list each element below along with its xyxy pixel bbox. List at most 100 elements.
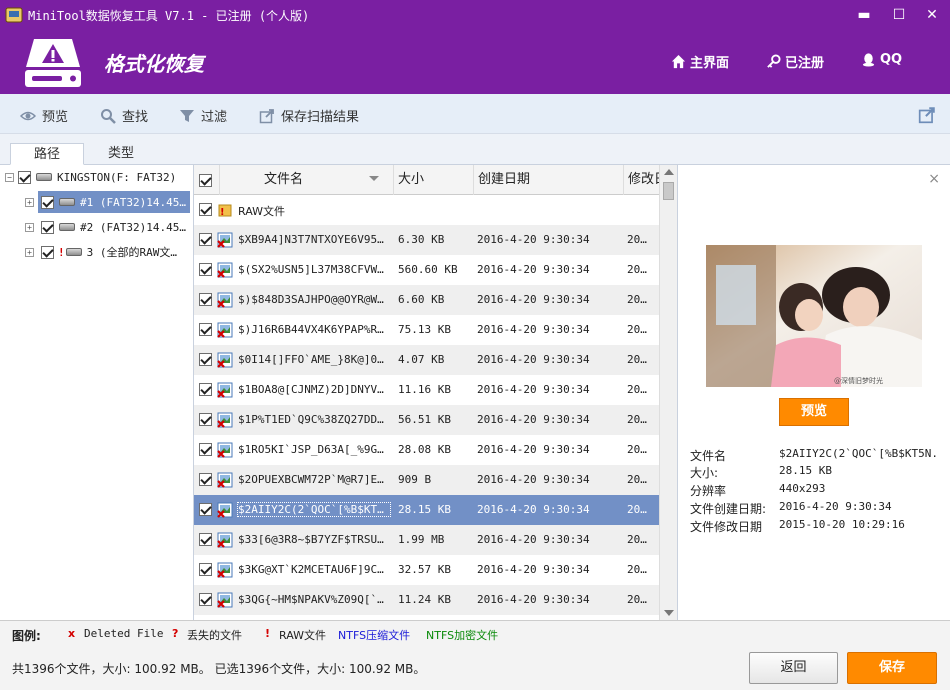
deleted-image-file-icon (217, 472, 233, 488)
raw-mark-icon: ! (265, 627, 271, 640)
save-button[interactable]: 保存 (847, 652, 937, 684)
scroll-thumb[interactable] (663, 182, 674, 200)
usb-drive-icon (36, 173, 52, 181)
table-row[interactable]: $1P%T1ED`Q9C%38ZQ27DD9A… 56.51 KB 2016-4-2… (194, 405, 660, 435)
close-button[interactable]: ✕ (920, 4, 944, 26)
lost-mark-icon: ? (172, 627, 179, 640)
row-checkbox[interactable] (199, 203, 212, 216)
table-row[interactable]: $)J16R6B44VX4K6YPAP%R[R… 75.13 KB 2016-4-2… (194, 315, 660, 345)
tree-item-1-label: #1 (FAT32)14.45… (80, 195, 186, 209)
table-row[interactable]: $(SX2%USN5]L37M38CFVWHM… 560.60 KB 2016-4-… (194, 255, 660, 285)
table-row[interactable]: $)$848D3SAJHPO@@OYR@W3P… 6.60 KB 2016-4-20… (194, 285, 660, 315)
select-all-column[interactable] (194, 165, 220, 195)
file-modified: 20… (627, 293, 647, 306)
tab-type[interactable]: 类型 (84, 143, 158, 165)
tree-item-1[interactable]: + #1 (FAT32)14.45… (25, 191, 193, 213)
row-checkbox[interactable] (199, 443, 212, 456)
minimize-button[interactable]: ▬ (852, 4, 876, 26)
find-button[interactable]: 查找 (100, 106, 148, 125)
registered-link[interactable]: 已注册 (766, 52, 824, 71)
file-name: $1RO5KI`JSP_D63A[_%9GXS… (238, 443, 390, 456)
row-checkbox[interactable] (199, 533, 212, 546)
collapse-icon[interactable]: − (5, 172, 14, 182)
status-summary: 共1396个文件，大小: 100.92 MB。 已选1396个文件，大小: 10… (12, 662, 426, 676)
file-size: 11.24 KB (398, 593, 451, 606)
filter-label: 过滤 (201, 110, 228, 125)
scroll-down-icon[interactable] (664, 610, 674, 616)
table-row[interactable]: $3KG@XT`K2MCETAU6F]9C_9… 32.57 KB 2016-4-2… (194, 555, 660, 585)
tree-root[interactable]: − KINGSTON(F: FAT32) (5, 166, 176, 188)
column-name[interactable]: 文件名 (220, 165, 394, 195)
column-created[interactable]: 创建日期 (474, 165, 624, 195)
tree-item-2-checkbox[interactable] (41, 220, 54, 234)
deleted-image-file-icon (217, 262, 233, 278)
vertical-scrollbar[interactable] (659, 165, 677, 620)
home-icon (671, 54, 686, 69)
file-created: 2016-4-20 9:30:34 (477, 353, 590, 366)
row-checkbox[interactable] (199, 293, 212, 306)
table-row[interactable]: $3QG{~HM$NPAKV%Z09Q[`9… 11.24 KB 2016-4-20… (194, 585, 660, 615)
sort-desc-icon (369, 176, 379, 181)
back-button[interactable]: 返回 (749, 652, 838, 684)
raw-warning-icon: ! (58, 245, 65, 259)
filter-button[interactable]: 过滤 (179, 106, 227, 125)
table-row[interactable]: $XB9A4]N3T7NTXOYE6V95F2… 6.30 KB 2016-4-20… (194, 225, 660, 255)
raw-folder-label: RAW文件 (238, 205, 285, 218)
row-checkbox[interactable] (199, 413, 212, 426)
expand-icon[interactable]: + (25, 197, 34, 207)
list-header: 文件名 大小 创建日期 修改日 (194, 165, 660, 195)
table-row[interactable]: $0I14[]FFO`AME_}8K@]0]I… 4.07 KB 2016-4-20… (194, 345, 660, 375)
table-row[interactable]: $33[6@3R8~$B7YZF$TRSU5E… 1.99 MB 2016-4-20… (194, 525, 660, 555)
deleted-image-file-icon (217, 562, 233, 578)
tree-item-2[interactable]: + #2 (FAT32)14.45… (25, 216, 186, 238)
qq-link[interactable]: QQ (861, 52, 902, 67)
file-modified: 20… (627, 563, 647, 576)
home-link[interactable]: 主界面 (671, 52, 729, 71)
maximize-button[interactable]: ☐ (887, 4, 911, 26)
file-name: $XB9A4]N3T7NTXOYE6V95F2… (238, 233, 390, 246)
row-checkbox[interactable] (199, 233, 212, 246)
close-preview-icon[interactable]: × (928, 171, 940, 187)
scroll-up-icon[interactable] (664, 169, 674, 175)
column-modified[interactable]: 修改日 (624, 165, 660, 195)
tree-item-1-checkbox[interactable] (41, 195, 54, 209)
tree-item-3-checkbox[interactable] (41, 245, 54, 259)
preview-button[interactable]: 预览 (779, 398, 849, 426)
preview-tool-button[interactable]: 预览 (20, 106, 68, 125)
file-created: 2016-4-20 9:30:34 (477, 413, 590, 426)
table-row[interactable]: $2AIIY2C(2`QOC`[%B$KT5N… 28.15 KB 2016-4-2… (194, 495, 660, 525)
tree-root-checkbox[interactable] (18, 170, 31, 184)
raw-folder-row[interactable]: ! RAW文件 (194, 195, 660, 225)
svg-text:!: ! (220, 207, 225, 218)
row-checkbox[interactable] (199, 323, 212, 336)
expand-icon[interactable]: + (25, 222, 34, 232)
tab-path[interactable]: 路径 (10, 143, 84, 165)
file-name: $33[6@3R8~$B7YZF$TRSU5E… (238, 533, 390, 546)
row-checkbox[interactable] (199, 383, 212, 396)
table-row[interactable]: $1BOA8@[CJNMZ)2D]DNYV]G… 11.16 KB 2016-4-2… (194, 375, 660, 405)
table-row[interactable]: $1RO5KI`JSP_D63A[_%9GXS… 28.08 KB 2016-4-2… (194, 435, 660, 465)
row-checkbox[interactable] (199, 593, 212, 606)
select-all-checkbox[interactable] (199, 174, 212, 187)
row-checkbox[interactable] (199, 563, 212, 576)
tree-item-1-selected[interactable]: #1 (FAT32)14.45… (38, 191, 190, 213)
row-checkbox[interactable] (199, 353, 212, 366)
filename-value: $2AIIY2C(2`QOC`[%B$KT5N.jpg (779, 447, 939, 460)
file-created: 2016-4-20 9:30:34 (477, 263, 590, 276)
row-checkbox[interactable] (199, 503, 212, 516)
row-checkbox[interactable] (199, 473, 212, 486)
share-export-icon[interactable] (918, 106, 936, 124)
file-size: 6.30 KB (398, 233, 445, 246)
file-name: $2OPUEXBCWM72P`M@R7]E)7… (238, 473, 390, 486)
file-name: $1BOA8@[CJNMZ)2D]DNYV]G… (238, 383, 390, 396)
tree-item-3[interactable]: + ! 3 (全部的RAW文… (25, 241, 177, 263)
preview-panel: × @深情旧梦时光 预览 文件名 $2AIIY2C(2`QOC`[%B$KT5N… (678, 165, 950, 620)
file-created: 2016-4-20 9:30:34 (477, 443, 590, 456)
column-size[interactable]: 大小 (394, 165, 474, 195)
expand-icon[interactable]: + (25, 247, 34, 257)
table-row[interactable]: $2OPUEXBCWM72P`M@R7]E)7… 909 B 2016-4-20 9… (194, 465, 660, 495)
save-scan-button[interactable]: 保存扫描结果 (259, 106, 359, 125)
file-modified: 20… (627, 473, 647, 486)
resolution-label: 分辨率 (690, 484, 727, 498)
row-checkbox[interactable] (199, 263, 212, 276)
